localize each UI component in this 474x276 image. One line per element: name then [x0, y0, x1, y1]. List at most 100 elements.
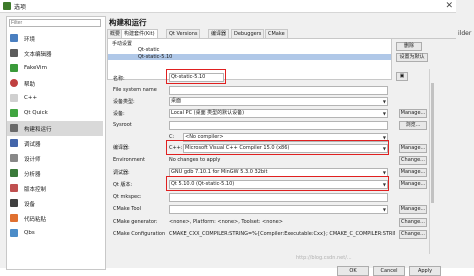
- monitor-icon: [10, 34, 18, 42]
- cmake-configuration-value: CMAKE_CXX_COMPILER:STRING=%{Compiler:Exe…: [169, 231, 395, 237]
- cmake-configuration-label: CMake Configuration: [113, 231, 166, 237]
- debugger-value: GNU gdb 7.10.1 for MinGW 5.3.0 32bit: [171, 169, 268, 175]
- sysroot-label: Sysroot: [113, 122, 132, 128]
- cmake-generator-label: CMake generator:: [113, 219, 158, 225]
- manage-cmake-button[interactable]: Manage...: [399, 205, 427, 214]
- sidebar-item-devices[interactable]: 设备: [7, 196, 103, 211]
- page-title: 构建和运行: [109, 18, 147, 27]
- cmake-tool-select[interactable]: ▼: [169, 205, 388, 214]
- sidebar-item-label: Qbs: [24, 230, 35, 236]
- debugger-icon: [10, 139, 18, 147]
- qt-version-highlight-box: [166, 176, 389, 191]
- sidebar-item-label: 代码粘贴: [24, 217, 47, 223]
- tab-debuggers[interactable]: Debuggers: [231, 29, 265, 38]
- cpp-icon: [10, 94, 18, 102]
- list-item-selected[interactable]: Qt-static-5.10: [108, 54, 391, 60]
- qt-version-label: Qt 版本:: [113, 182, 133, 188]
- change-cmake-configuration-button[interactable]: Change...: [399, 230, 427, 239]
- sidebar-item-label: C++: [24, 95, 38, 101]
- set-default-button[interactable]: 设置为默认: [396, 53, 428, 62]
- sidebar-item-debugger[interactable]: 调试器: [7, 136, 103, 151]
- app-icon: [3, 2, 11, 10]
- debugger-label: 调试器:: [113, 170, 130, 176]
- background-window-text: ilder: [458, 30, 472, 37]
- kit-item-label: Qt-static-5.10: [138, 54, 173, 60]
- manage-qt-versions-button[interactable]: Manage...: [399, 180, 427, 189]
- kit-group-label: 手动设置: [112, 41, 133, 47]
- analyzer-icon: [10, 169, 18, 177]
- fs-name-field[interactable]: [169, 86, 388, 95]
- cmake-tool-label: CMake Tool: [113, 206, 141, 212]
- compiler-highlight-box: [166, 140, 389, 155]
- device-type-value: 桌面: [171, 98, 182, 104]
- browse-button[interactable]: 浏览...: [399, 121, 427, 130]
- vim-icon: [10, 64, 18, 72]
- device-select[interactable]: Local PC (桌面 类型的默认设备) ▼: [169, 109, 388, 118]
- device-type-label: 设备类型:: [113, 99, 135, 105]
- sidebar-item-label: FakeVim: [24, 65, 47, 71]
- sidebar-item-qbs[interactable]: Qbs: [7, 226, 103, 241]
- sidebar-item-build-run[interactable]: 构建和运行: [7, 121, 103, 136]
- remove-button[interactable]: 删除: [396, 42, 422, 51]
- tab-cmake[interactable]: CMake: [265, 29, 288, 38]
- sidebar-item-label: 帮助: [24, 82, 36, 88]
- help-icon: [10, 79, 18, 87]
- watermark: http://blog.csdn.net/...: [296, 255, 352, 261]
- environment-value: No changes to apply: [169, 157, 221, 163]
- change-cmake-generator-button[interactable]: Change...: [399, 218, 427, 227]
- name-label: 名称:: [113, 76, 125, 82]
- sidebar: 环境 文本编辑器 FakeVim 帮助 C++ Qt Quick 构建和运行: [6, 16, 106, 270]
- sysroot-field[interactable]: [169, 121, 388, 130]
- main-panel: 构建和运行 概要 构建套件(Kit) Qt Versions 编译器 Debug…: [107, 16, 456, 276]
- sidebar-item-fakevim[interactable]: FakeVim: [7, 61, 103, 76]
- device-label: 设备:: [113, 111, 125, 117]
- manage-debuggers-button[interactable]: Manage...: [399, 168, 427, 177]
- close-icon[interactable]: ✕: [445, 1, 453, 11]
- sidebar-item-label: 调试器: [24, 142, 41, 148]
- devices-icon: [10, 199, 18, 207]
- manage-devices-button[interactable]: Manage...: [399, 109, 427, 118]
- sidebar-item-label: 分析器: [24, 172, 41, 178]
- vertical-scrollbar[interactable]: [429, 69, 435, 254]
- designer-icon: [10, 154, 18, 162]
- sidebar-item-designer[interactable]: 设计师: [7, 151, 103, 166]
- kit-list[interactable]: 手动设置 Qt-static Qt-static-5.10: [107, 38, 392, 80]
- window-title: 选项: [14, 4, 27, 11]
- version-control-icon: [10, 184, 18, 192]
- qmlspec-label: Qt mkspec:: [113, 194, 142, 200]
- device-value: Local PC (桌面 类型的默认设备): [171, 110, 245, 116]
- device-type-select[interactable]: 桌面 ▼: [169, 97, 388, 106]
- tab-qt-versions[interactable]: Qt Versions: [166, 29, 201, 38]
- sidebar-item-label: 设备: [24, 202, 36, 208]
- name-highlight-box: [166, 69, 226, 84]
- title-bar: 选项 ✕: [0, 0, 456, 13]
- sidebar-item-analyzer[interactable]: 分析器: [7, 166, 103, 181]
- kit-icon-button[interactable]: ▣: [396, 72, 408, 81]
- sidebar-item-help[interactable]: 帮助: [7, 76, 103, 91]
- sidebar-item-text-editor[interactable]: 文本编辑器: [7, 46, 103, 61]
- sidebar-item-label: 文本编辑器: [24, 52, 52, 58]
- sidebar-item-version-control[interactable]: 版本控制: [7, 181, 103, 196]
- code-paste-icon: [10, 214, 18, 222]
- filter-input[interactable]: [9, 19, 101, 27]
- sidebar-item-cpp[interactable]: C++: [7, 91, 103, 106]
- change-environment-button[interactable]: Change...: [399, 156, 427, 165]
- fs-name-label: File system name: [113, 87, 157, 93]
- environment-label: Environment: [113, 157, 145, 163]
- text-editor-icon: [10, 49, 18, 57]
- qtquick-icon: [10, 109, 18, 117]
- tab-compilers[interactable]: 编译器: [208, 29, 230, 38]
- scrollbar-thumb[interactable]: [431, 83, 434, 203]
- sidebar-item-qtquick[interactable]: Qt Quick: [7, 106, 103, 121]
- list-item[interactable]: Qt-static: [138, 47, 159, 53]
- chevron-down-icon: ▼: [382, 111, 386, 116]
- build-run-icon: [10, 124, 18, 132]
- sidebar-item-environment[interactable]: 环境: [7, 31, 103, 46]
- sidebar-item-label: 设计师: [24, 157, 41, 163]
- compiler-label: 编译器:: [113, 145, 130, 151]
- qmlspec-field[interactable]: [169, 193, 388, 202]
- qbs-icon: [10, 229, 18, 237]
- sidebar-item-code-paste[interactable]: 代码粘贴: [7, 211, 103, 226]
- chevron-down-icon: ▼: [382, 99, 386, 104]
- manage-compilers-button[interactable]: Manage...: [399, 144, 427, 153]
